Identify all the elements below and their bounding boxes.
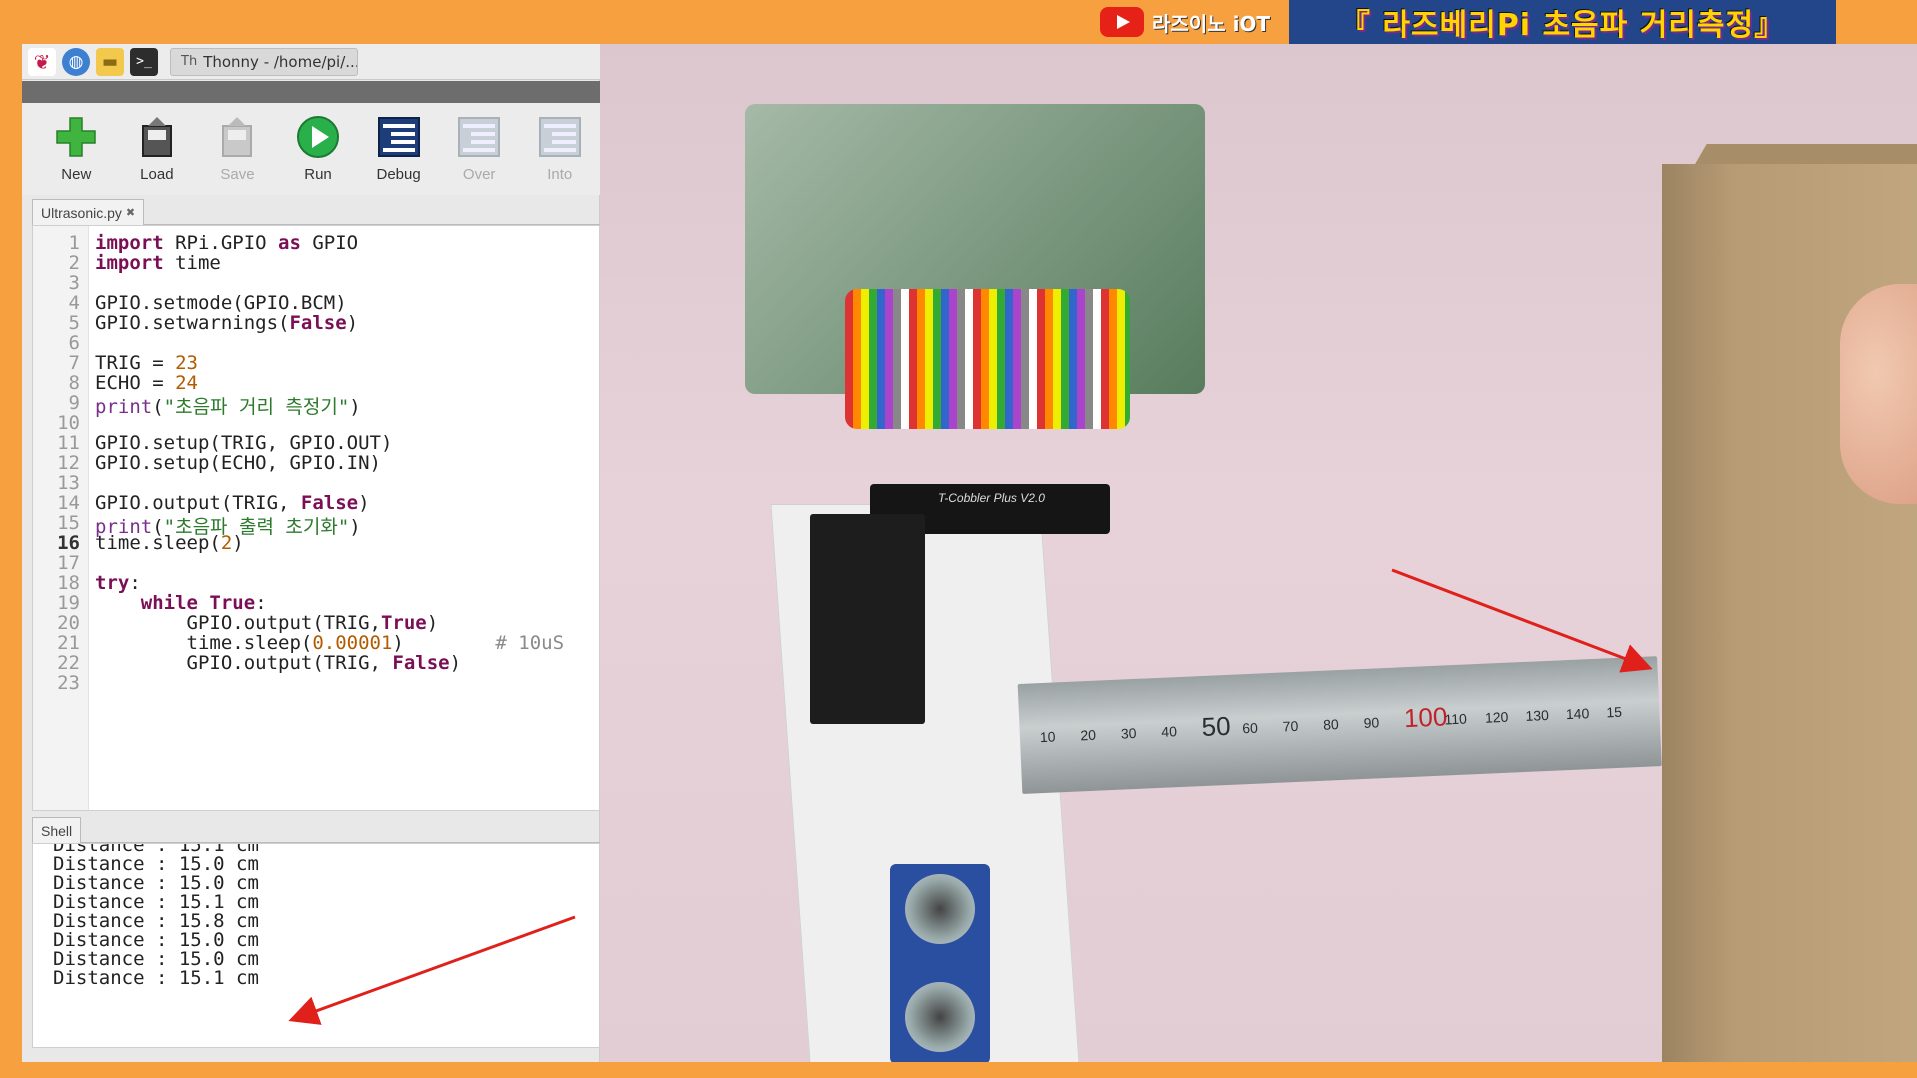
video-title-box: 『 라즈베리Pi 초음파 거리측정』 (1289, 0, 1836, 44)
annotation-arrows (288, 568, 1653, 1025)
youtube-play-icon (1100, 7, 1144, 37)
arrow-to-ruler (1391, 568, 1653, 673)
channel-name: 라즈이노 iOT (1152, 11, 1271, 36)
arrow-to-shell-output (288, 915, 576, 1025)
screen-area: ❦ ◍ ▬ >_ Th Thonny - /home/pi/... New Lo… (22, 44, 1917, 1062)
youtube-badge: 라즈이노 iOT (1100, 4, 1270, 40)
top-banner: 라즈이노 iOT 『 라즈베리Pi 초음파 거리측정』 (0, 0, 1917, 44)
video-title: 『 라즈베리Pi 초음파 거리측정』 (1339, 8, 1786, 43)
